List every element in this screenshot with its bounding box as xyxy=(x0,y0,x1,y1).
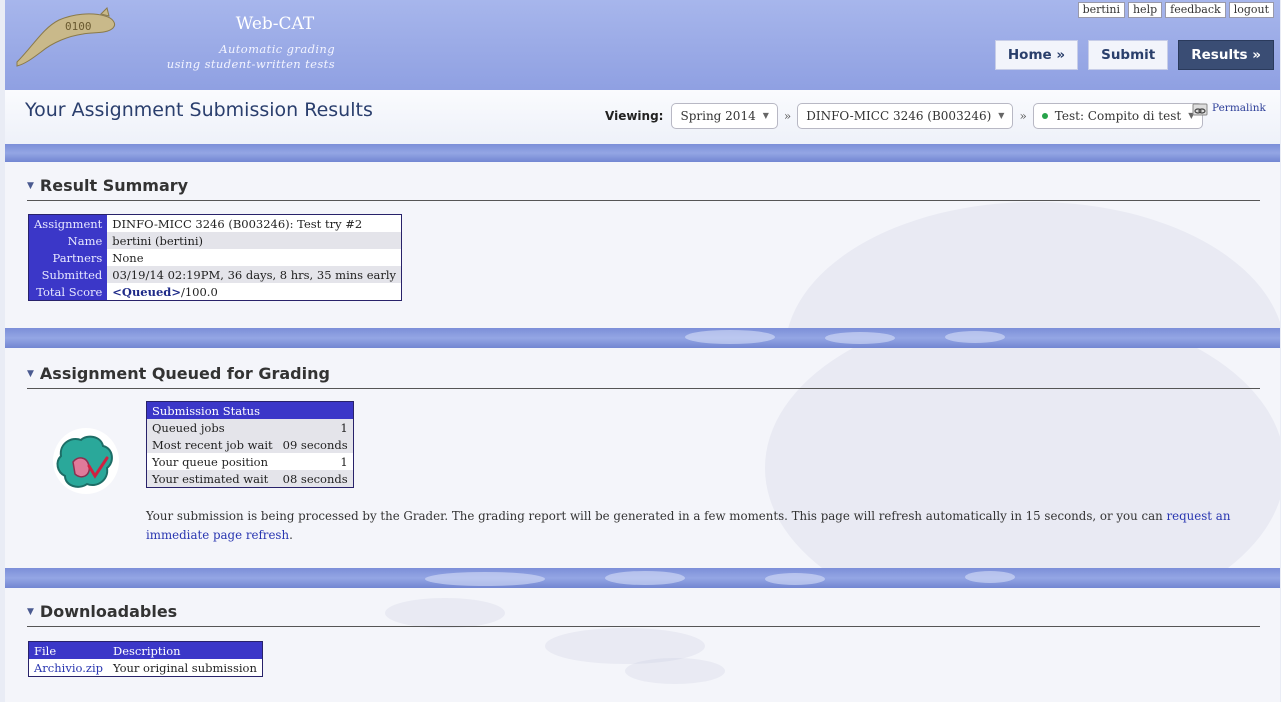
semester-select[interactable]: Spring 2014 ▼ xyxy=(671,103,778,129)
puzzle-checkmark-icon xyxy=(53,428,119,494)
score-queued-link[interactable]: <Queued> xyxy=(112,285,181,299)
row-value: 1 xyxy=(277,419,354,436)
feedback-link[interactable]: feedback xyxy=(1165,2,1226,18)
row-label: Your queue position xyxy=(146,453,278,470)
row-value: 08 seconds xyxy=(277,470,354,488)
page-title: Your Assignment Submission Results xyxy=(25,99,373,121)
row-value: 09 seconds xyxy=(277,436,354,453)
row-label: Partners xyxy=(28,249,108,266)
download-file-link[interactable]: Archivio.zip xyxy=(34,661,103,675)
column-header-description: Description xyxy=(107,641,263,659)
queued-section: ▼ Assignment Queued for Grading Submissi… xyxy=(5,348,1280,568)
table-row: Total Score <Queued>/100.0 xyxy=(28,283,402,301)
tagline-line-2: using student-written tests xyxy=(166,57,335,71)
user-link[interactable]: bertini xyxy=(1077,2,1125,18)
table-row: Your queue position 1 xyxy=(146,453,354,470)
description-cell: Your original submission xyxy=(107,659,263,677)
help-link[interactable]: help xyxy=(1127,2,1163,18)
downloads-table: File Description Archivio.zip Your origi… xyxy=(28,641,263,677)
table-header-row: File Description xyxy=(28,641,263,659)
grader-message: Your submission is being processed by th… xyxy=(146,507,1266,545)
table-title: Submission Status xyxy=(146,401,354,419)
assignment-value: Test: Compito di test xyxy=(1054,109,1182,123)
table-row: Archivio.zip Your original submission xyxy=(28,659,263,677)
collapse-triangle-icon[interactable]: ▼ xyxy=(27,607,34,617)
message-end: . xyxy=(289,528,293,542)
home-button[interactable]: Home » xyxy=(994,40,1079,70)
row-value: <Queued>/100.0 xyxy=(107,283,402,301)
user-links: bertini help feedback logout xyxy=(1077,2,1274,18)
chevron-down-icon: ▼ xyxy=(998,111,1005,120)
assignment-select[interactable]: Test: Compito di test ▼ xyxy=(1032,103,1204,129)
viewing-selector: Viewing: Spring 2014 ▼ » DINFO-MICC 3246… xyxy=(605,103,1204,129)
status-dot-icon xyxy=(1041,113,1048,119)
table-row: Submitted 03/19/14 02:19PM, 36 days, 8 h… xyxy=(28,266,402,283)
permalink-link[interactable]: Permalink xyxy=(1192,102,1266,116)
course-value: DINFO-MICC 3246 (B003246) xyxy=(806,109,992,123)
table-header-row: Submission Status xyxy=(146,401,354,419)
svg-text:0100: 0100 xyxy=(65,20,92,33)
collapse-triangle-icon[interactable]: ▼ xyxy=(27,369,34,379)
table-row: Most recent job wait 09 seconds xyxy=(146,436,354,453)
chevron-down-icon: ▼ xyxy=(762,111,769,120)
title-bar: Your Assignment Submission Results Viewi… xyxy=(5,90,1280,144)
decorative-band xyxy=(5,568,1280,588)
separator: » xyxy=(1019,109,1027,123)
column-header-file: File xyxy=(28,641,108,659)
permalink-label: Permalink xyxy=(1212,102,1266,114)
collapse-triangle-icon[interactable]: ▼ xyxy=(27,181,34,191)
table-row: Queued jobs 1 xyxy=(146,419,354,436)
separator: » xyxy=(783,109,792,123)
file-cell: Archivio.zip xyxy=(28,659,108,677)
app-header: 0100 Web-CAT Automatic grading using stu… xyxy=(5,0,1280,90)
main-nav: Home » Submit Results » xyxy=(994,40,1274,70)
row-label: Most recent job wait xyxy=(146,436,278,453)
viewing-label: Viewing: xyxy=(605,109,664,123)
message-text: Your submission is being processed by th… xyxy=(146,509,1163,523)
result-summary-section: ▼ Result Summary Assignment DINFO-MICC 3… xyxy=(5,162,1280,328)
row-label: Submitted xyxy=(28,266,108,283)
row-label: Your estimated wait xyxy=(146,470,278,488)
submit-button[interactable]: Submit xyxy=(1088,40,1169,70)
submission-status-table: Submission Status Queued jobs 1 Most rec… xyxy=(146,401,354,488)
row-value: DINFO-MICC 3246 (B003246): Test try #2 xyxy=(107,214,402,232)
cat-logo-icon[interactable]: 0100 xyxy=(13,6,123,68)
downloadables-heading[interactable]: ▼ Downloadables xyxy=(27,602,177,621)
table-row: Your estimated wait 08 seconds xyxy=(146,470,354,488)
link-icon xyxy=(1192,103,1208,116)
section-title: Downloadables xyxy=(39,602,178,621)
semester-value: Spring 2014 xyxy=(680,109,756,123)
logout-link[interactable]: logout xyxy=(1228,2,1274,18)
result-summary-heading[interactable]: ▼ Result Summary xyxy=(27,176,188,195)
row-label: Queued jobs xyxy=(146,419,278,436)
table-row: Name bertini (bertini) xyxy=(28,232,402,249)
tagline-line-1: Automatic grading xyxy=(219,42,335,56)
queued-heading[interactable]: ▼ Assignment Queued for Grading xyxy=(27,364,330,383)
app-tagline: Automatic grading using student-written … xyxy=(135,42,335,72)
section-divider xyxy=(27,626,1260,627)
row-value: bertini (bertini) xyxy=(107,232,402,249)
row-label: Name xyxy=(28,232,108,249)
downloadables-section: ▼ Downloadables File Description Archivi… xyxy=(5,588,1280,702)
decorative-band xyxy=(5,144,1280,162)
row-value: None xyxy=(107,249,402,266)
section-divider xyxy=(27,388,1260,389)
section-title: Assignment Queued for Grading xyxy=(39,364,330,383)
section-title: Result Summary xyxy=(39,176,189,195)
row-label: Total Score xyxy=(28,283,108,301)
table-row: Partners None xyxy=(28,249,402,266)
course-select[interactable]: DINFO-MICC 3246 (B003246) ▼ xyxy=(797,103,1014,129)
decorative-band xyxy=(5,328,1280,348)
results-button[interactable]: Results » xyxy=(1178,40,1274,70)
row-value: 1 xyxy=(277,453,354,470)
row-value: 03/19/14 02:19PM, 36 days, 8 hrs, 35 min… xyxy=(107,266,402,283)
app-title: Web-CAT xyxy=(235,14,315,34)
result-summary-table: Assignment DINFO-MICC 3246 (B003246): Te… xyxy=(28,214,403,301)
section-divider xyxy=(27,200,1260,201)
row-label: Assignment xyxy=(28,214,108,232)
score-max: /100.0 xyxy=(180,284,218,299)
table-row: Assignment DINFO-MICC 3246 (B003246): Te… xyxy=(28,214,402,232)
